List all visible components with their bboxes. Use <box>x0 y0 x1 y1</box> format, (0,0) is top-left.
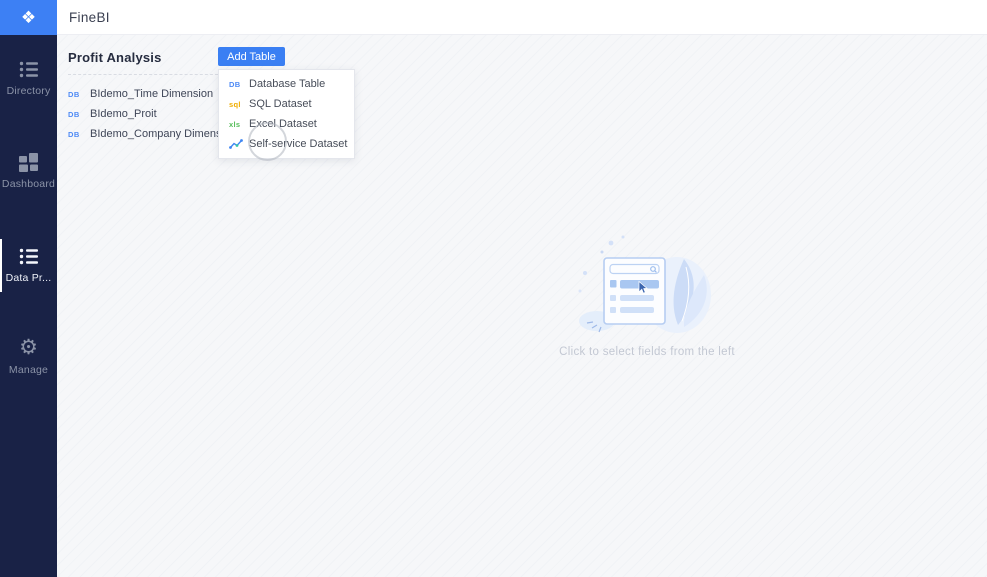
menu-item-sql-dataset[interactable]: sql SQL Dataset <box>219 94 354 114</box>
sql-icon: sql <box>229 100 249 109</box>
db-icon: DB <box>229 80 249 89</box>
add-table-dropdown: DB Database Table sql SQL Dataset xls Ex… <box>218 69 355 159</box>
xls-icon: xls <box>229 120 249 129</box>
diamond-logo-icon: ❖ <box>21 9 36 26</box>
menu-item-self-service-dataset[interactable]: Self-service Dataset <box>219 134 354 154</box>
empty-state-hint: Click to select fields from the left <box>307 346 987 358</box>
db-icon: DB <box>68 110 84 119</box>
db-icon: DB <box>68 90 84 99</box>
page-title: Profit Analysis <box>68 50 162 65</box>
empty-state-illustration <box>565 233 730 338</box>
sidebar-item-label: Directory <box>0 85 57 97</box>
sidebar-item-data-preparation[interactable]: Data Pr... <box>0 245 57 284</box>
list-icon <box>0 245 57 267</box>
sidebar-item-manage[interactable]: ⚙ Manage <box>0 337 57 376</box>
sidebar-item-label: Dashboard <box>0 178 57 190</box>
db-icon: DB <box>68 130 84 139</box>
line-chart-icon <box>229 139 249 150</box>
list-icon <box>0 58 57 80</box>
app-logo[interactable]: ❖ <box>0 0 57 35</box>
sidebar-item-dashboard[interactable]: Dashboard <box>0 151 57 190</box>
table-name: BIdemo_Time Dimension <box>90 88 213 100</box>
table-name: BIdemo_Proit <box>90 108 157 120</box>
top-header: FineBI <box>57 0 987 35</box>
app-title: FineBI <box>69 10 110 25</box>
menu-item-database-table[interactable]: DB Database Table <box>219 74 354 94</box>
sidebar-item-label: Data Pr... <box>0 272 57 284</box>
sidebar-item-label: Manage <box>0 364 57 376</box>
grid-icon <box>0 151 57 173</box>
table-name: BIdemo_Company Dimensi <box>90 128 224 140</box>
dashed-divider <box>68 74 218 75</box>
sidebar-item-directory[interactable]: Directory <box>0 58 57 97</box>
gear-icon: ⚙ <box>0 337 57 359</box>
add-table-button[interactable]: Add Table <box>218 47 285 66</box>
menu-item-excel-dataset[interactable]: xls Excel Dataset <box>219 114 354 134</box>
empty-state: Click to select fields from the left <box>307 233 987 358</box>
main-canvas[interactable]: Click to select fields from the left <box>307 35 987 577</box>
left-nav-rail: ❖ Directory Dashboard <box>0 0 57 577</box>
